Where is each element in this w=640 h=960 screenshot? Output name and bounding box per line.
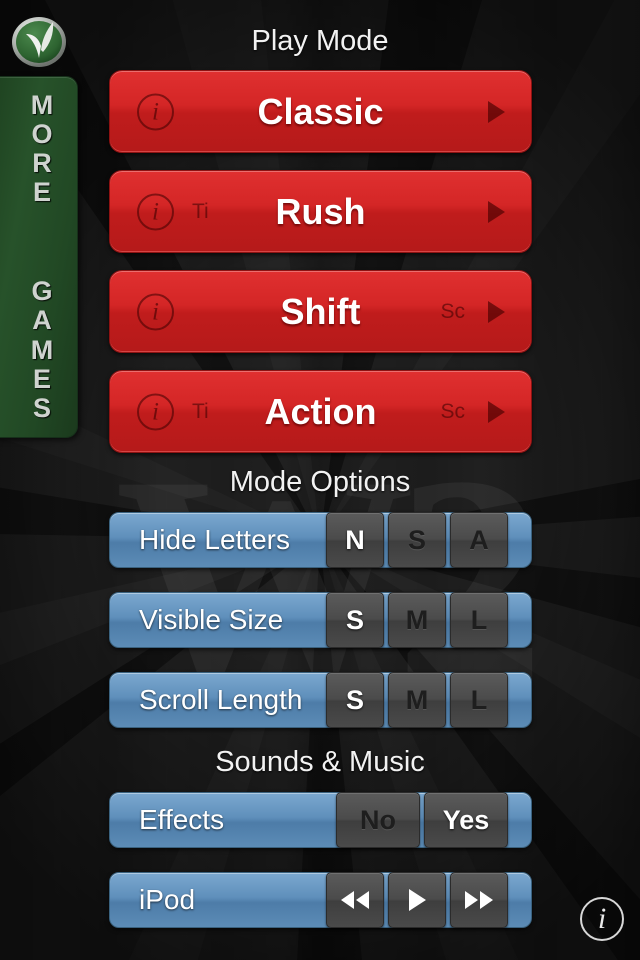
- rewind-icon: [341, 891, 369, 909]
- mode-tag-right: Sc: [440, 399, 465, 423]
- segment-button[interactable]: M: [388, 592, 446, 648]
- play-mode-button-rush[interactable]: i Ti Rush: [109, 170, 532, 253]
- segment-button[interactable]: L: [450, 672, 508, 728]
- segmented-control-scroll-length[interactable]: S M L: [326, 672, 508, 728]
- option-row-effects[interactable]: Effects No Yes: [109, 792, 532, 848]
- segment-button[interactable]: S: [326, 592, 384, 648]
- chevron-right-icon: [488, 200, 505, 223]
- mode-tag-left: Ti: [192, 399, 209, 423]
- more-games-button[interactable]: M O R E G A M E S: [0, 76, 78, 438]
- option-label: Effects: [139, 804, 225, 835]
- more-games-word-more: M O R E: [30, 90, 54, 208]
- sidebar-char: M: [30, 334, 54, 365]
- play-button[interactable]: [388, 872, 446, 928]
- fast-forward-button[interactable]: [450, 872, 508, 928]
- ipod-transport-controls[interactable]: [326, 872, 508, 928]
- option-row-visible-size[interactable]: Visible Size S M L: [109, 592, 532, 648]
- mode-tag-left: Ti: [192, 199, 209, 223]
- segment-button[interactable]: S: [388, 512, 446, 568]
- option-row-hide-letters[interactable]: Hide Letters N S A: [109, 512, 532, 568]
- segmented-control-hide-letters[interactable]: N S A: [326, 512, 508, 568]
- more-games-word-games: G A M E S: [31, 277, 54, 423]
- rewind-button[interactable]: [326, 872, 384, 928]
- option-label: iPod: [139, 884, 196, 915]
- segment-button[interactable]: A: [450, 512, 508, 568]
- sounds-music-title: Sounds & Music: [215, 746, 425, 778]
- option-row-scroll-length[interactable]: Scroll Length S M L: [109, 672, 532, 728]
- info-icon[interactable]: i: [137, 193, 174, 230]
- option-row-ipod[interactable]: iPod: [109, 872, 532, 928]
- segment-button[interactable]: M: [388, 672, 446, 728]
- fast-forward-icon: [465, 891, 493, 909]
- segment-button[interactable]: S: [326, 672, 384, 728]
- mode-tag-right: Sc: [440, 299, 465, 323]
- play-mode-button-shift[interactable]: i Shift Sc: [109, 270, 532, 353]
- sidebar-char: O: [31, 119, 53, 150]
- sidebar-char: A: [32, 305, 52, 336]
- option-label: Scroll Length: [139, 684, 303, 715]
- game-logo[interactable]: [8, 10, 70, 72]
- info-icon[interactable]: i: [137, 393, 174, 430]
- sidebar-char: R: [32, 148, 52, 179]
- sidebar-char: S: [32, 392, 51, 423]
- sidebar-char: E: [32, 363, 51, 394]
- mode-options-title: Mode Options: [229, 466, 411, 498]
- segment-button-yes[interactable]: Yes: [424, 792, 508, 848]
- chevron-right-icon: [488, 100, 505, 123]
- segment-button[interactable]: N: [326, 512, 384, 568]
- info-icon[interactable]: i: [137, 93, 174, 130]
- segment-button[interactable]: L: [450, 592, 508, 648]
- segmented-control-effects[interactable]: No Yes: [336, 792, 508, 848]
- info-icon[interactable]: i: [137, 293, 174, 330]
- play-icon: [408, 889, 426, 911]
- segmented-control-visible-size[interactable]: S M L: [326, 592, 508, 648]
- sidebar-char: E: [32, 177, 51, 208]
- info-icon[interactable]: i: [580, 897, 624, 941]
- game-logo-icon: [12, 17, 66, 67]
- chevron-right-icon: [488, 300, 505, 323]
- play-mode-title: Play Mode: [251, 25, 389, 57]
- play-mode-button-action[interactable]: i Ti Action Sc: [109, 370, 532, 453]
- segment-button-no[interactable]: No: [336, 792, 420, 848]
- option-label: Hide Letters: [139, 524, 290, 555]
- sidebar-char: M: [30, 90, 54, 120]
- option-label: Visible Size: [139, 604, 284, 635]
- sidebar-char: G: [31, 276, 53, 307]
- play-mode-button-classic[interactable]: i Classic: [109, 70, 532, 153]
- chevron-right-icon: [488, 400, 505, 423]
